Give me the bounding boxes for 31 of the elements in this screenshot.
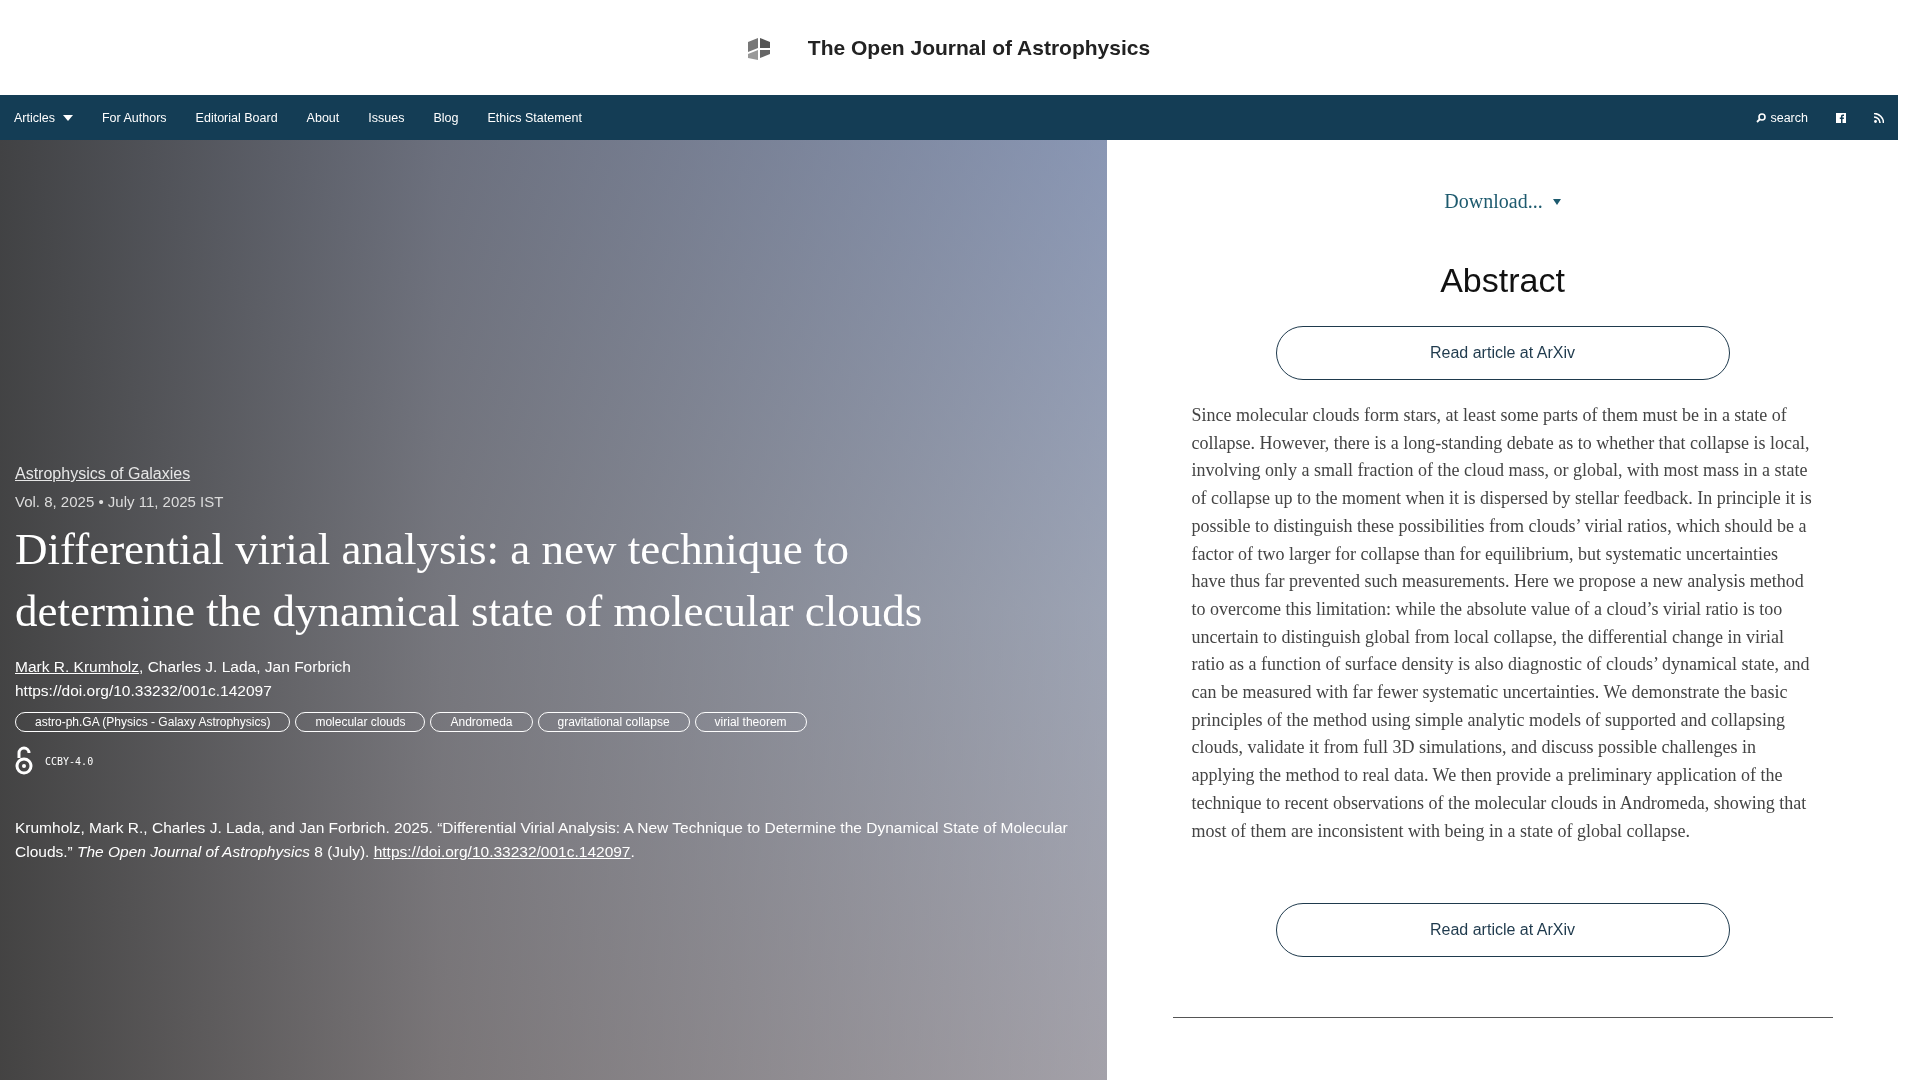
journal-logo-icon [747,35,770,60]
nav-link[interactable]: Blog [433,110,459,125]
caret-icon [63,114,73,121]
nav-link[interactable]: For Authors [102,110,167,125]
article-title: Differential virial analysis: a new technique to determine the dynamical state of molecular clouds [15,523,924,638]
nav-link[interactable]: Editorial Board [195,110,278,125]
abstract-heading: Abstract [1440,261,1565,300]
rss-icon[interactable] [1874,112,1884,123]
author-separator: , [256,658,262,676]
section-link[interactable]: Astrophysics of Galaxies [15,465,191,483]
open-access-icon [15,746,33,776]
download-dropdown[interactable]: Download... [1444,190,1561,213]
author-separator: , [139,658,145,676]
read-arxiv-button[interactable]: Read article at ArXiv [1275,903,1730,958]
read-arxiv-button[interactable]: Read article at ArXiv [1275,326,1730,380]
doi-link[interactable]: https://doi.org/10.33232/001c.142097 [15,682,272,700]
search-link[interactable]: search [1756,110,1808,125]
search-icon [1756,112,1767,123]
nav-link[interactable]: Issues [368,110,405,125]
citation-doi-link[interactable]: https://doi.org/10.33232/001c.142097 [373,843,631,860]
abstract-text: Since molecular clouds form stars, at least some parts of them must be in a state of collapse. However, there is a long-standing debate as to whether that collapse is local, involving only a small fraction of the cloud mass, or global, with most mass in a state of collapse up to the moment when it is dispersed by stellar feedback. In principle it is possible to distinguish these possibilities from clouds’ virial ratios, which should be a factor of two larger for collapse than for equilibrium, but systematic uncertainties have thus far prevented such measurements. Here we propose a new analysis method to overcome this limitation: while the absolute value of a cloud’s virial ratio is too uncertain to distinguish global from local collapse, the differential change in virial ratio as a function of surface density is also diagnostic of clouds’ dynamical state, and can be measured with far fewer systematic uncertainties. We demonstrate the basic principles of the method using simple analytic models of supported and collapsing clouds, validate it from full 3D simulations, and discuss possible challenges in applying the method to real data. We then provide a preliminary application of the technique to recent observations of the molecular clouds in Andromeda, showing that most of them are inconsistent with being in a state of global collapse. [1191,404,1813,843]
nav-link[interactable]: About [306,110,340,125]
caret-icon [1552,198,1561,205]
citation-text: Krumholz, Mark R., Charles J. Lada, and Jan Forbrich. 2025. “Differential Virial Analysis: A New Technique to Determine the Dynamical State of Molecular Clouds.” The Open Journal of Astrophysics 8 (July). https://doi.org/10.33232/001c.142097. [15,818,1069,862]
author-text: Jan Forbrich [264,658,351,676]
nav-link[interactable]: Articles [14,110,73,125]
nav-link[interactable]: Ethics Statement [487,110,582,125]
article-meta: Vol. 8, 2025 • July 11, 2025 IST [15,493,225,510]
facebook-icon[interactable] [1836,112,1846,123]
site-title[interactable]: The Open Journal of Astrophysics [807,35,1151,60]
license-label: CCBY-4.0 [45,755,94,767]
